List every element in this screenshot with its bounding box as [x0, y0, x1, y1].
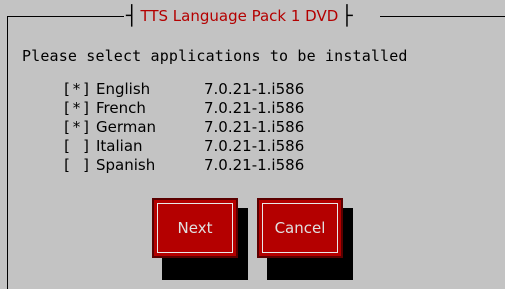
checkbox[interactable]: [ ] [62, 156, 96, 174]
app-version: 7.0.21-1.i586 [204, 117, 305, 136]
application-list: [*] English 7.0.21-1.i586 [*] French 7.0… [62, 79, 304, 174]
title-bracket-left: ┤ [126, 5, 138, 27]
checkbox[interactable]: [*] [62, 99, 96, 117]
checkbox[interactable]: [ ] [62, 137, 96, 155]
dialog-title: ┤ TTS Language Pack 1 DVD ├ [124, 6, 355, 26]
title-bracket-right: ├ [341, 5, 353, 27]
list-item-spanish[interactable]: [ ] Spanish 7.0.21-1.i586 [62, 155, 304, 174]
cancel-button[interactable]: Cancel [257, 198, 343, 258]
app-name: German [96, 117, 157, 136]
checkbox[interactable]: [*] [62, 80, 96, 98]
app-name: English [96, 79, 151, 98]
frame-left [7, 16, 8, 289]
frame-top-right [380, 16, 505, 17]
app-name: French [96, 98, 146, 117]
list-item-italian[interactable]: [ ] Italian 7.0.21-1.i586 [62, 136, 304, 155]
checkbox[interactable]: [*] [62, 118, 96, 136]
list-item-german[interactable]: [*] German 7.0.21-1.i586 [62, 117, 304, 136]
dialog-title-text: TTS Language Pack 1 DVD [140, 7, 339, 25]
app-version: 7.0.21-1.i586 [204, 155, 305, 174]
installer-dialog: ┤ TTS Language Pack 1 DVD ├ Please selec… [0, 0, 505, 289]
frame-top-left [7, 16, 127, 17]
selection-prompt: Please select applications to be install… [22, 47, 408, 65]
app-version: 7.0.21-1.i586 [204, 136, 305, 155]
app-name: Italian [96, 136, 143, 155]
next-button[interactable]: Next [152, 198, 238, 258]
app-name: Spanish [96, 155, 156, 174]
app-version: 7.0.21-1.i586 [204, 98, 305, 117]
cancel-button-label: Cancel [274, 219, 326, 237]
app-version: 7.0.21-1.i586 [204, 79, 305, 98]
list-item-french[interactable]: [*] French 7.0.21-1.i586 [62, 98, 304, 117]
next-button-label: Next [177, 219, 213, 237]
list-item-english[interactable]: [*] English 7.0.21-1.i586 [62, 79, 304, 98]
